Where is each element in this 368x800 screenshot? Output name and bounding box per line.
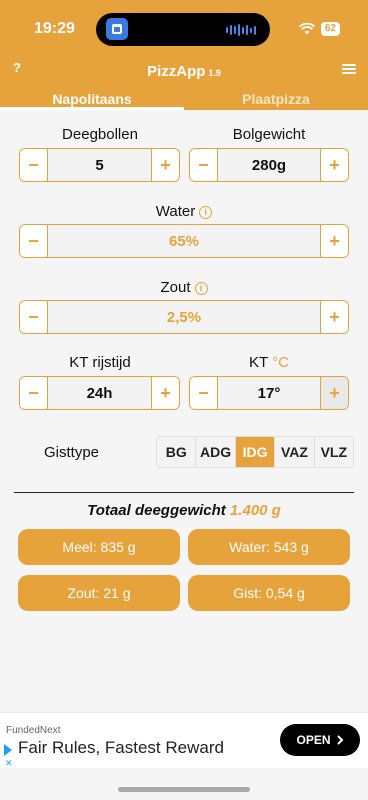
tab-bar: Napolitaans Plaatpizza	[0, 88, 368, 110]
room-temp-increment-button[interactable]: +	[320, 377, 348, 409]
island-app-icon	[106, 18, 128, 40]
temp-unit-toggle[interactable]: °C	[272, 354, 289, 371]
water-result-button[interactable]: Water: 543 g	[188, 529, 350, 565]
tab-plaatpizza[interactable]: Plaatpizza	[184, 88, 368, 110]
dough-balls-decrement-button[interactable]: −	[20, 149, 48, 181]
rise-time-increment-button[interactable]: +	[151, 377, 179, 409]
dynamic-island	[96, 13, 270, 46]
status-indicators: 62	[298, 22, 340, 36]
rise-time-label: KT rijstijd	[69, 354, 131, 371]
yeast-option-idg[interactable]: IDG	[235, 437, 276, 467]
total-value: 1.400 g	[229, 502, 281, 519]
ball-weight-decrement-button[interactable]: −	[190, 149, 218, 181]
salt-value[interactable]: 2,5%	[48, 301, 320, 333]
status-time: 19:29	[34, 20, 75, 37]
yeast-option-bg[interactable]: BG	[157, 437, 197, 467]
battery-icon: 62	[320, 22, 340, 36]
ad-title: Fair Rules, Fastest Reward	[18, 738, 224, 757]
ball-weight-value[interactable]: 280g	[218, 149, 320, 181]
dough-balls-label: Deegbollen	[62, 126, 138, 143]
water-value[interactable]: 65%	[48, 225, 320, 257]
salt-label: Zout	[160, 279, 191, 296]
flour-result-button[interactable]: Meel: 835 g	[18, 529, 180, 565]
yeast-option-vaz[interactable]: VAZ	[275, 437, 315, 467]
water-decrement-button[interactable]: −	[20, 225, 48, 257]
ball-weight-stepper: − 280g +	[189, 148, 349, 182]
salt-increment-button[interactable]: +	[320, 301, 348, 333]
ad-banner[interactable]: FundedNext Fair Rules, Fastest Reward ✕ …	[0, 712, 368, 768]
ball-weight-label: Bolgewicht	[232, 126, 306, 143]
audio-wave-icon	[226, 24, 256, 36]
total-dough-weight: Totaal deeggewicht 1.400 g	[0, 502, 368, 519]
water-info-icon[interactable]: i	[199, 206, 213, 219]
rise-time-value[interactable]: 24h	[48, 377, 151, 409]
ad-close-icon[interactable]: ✕	[5, 758, 13, 769]
room-temp-label: KT	[249, 354, 268, 371]
salt-stepper: − 2,5% +	[19, 300, 349, 334]
room-temp-label-row: KT °C	[190, 354, 348, 371]
home-indicator[interactable]	[118, 787, 250, 792]
chevron-right-icon	[336, 735, 343, 745]
water-increment-button[interactable]: +	[320, 225, 348, 257]
app-title-text: PizzApp	[147, 63, 206, 80]
app-version: 1.9	[208, 68, 221, 78]
rise-time-decrement-button[interactable]: −	[20, 377, 48, 409]
total-label: Totaal deeggewicht	[87, 502, 226, 519]
room-temp-value[interactable]: 17°	[218, 377, 320, 409]
yeast-option-vlz[interactable]: VLZ	[315, 437, 353, 467]
yeast-type-selector: BG ADG IDG VAZ VLZ	[156, 436, 354, 468]
room-temp-stepper: − 17° +	[189, 376, 349, 410]
hamburger-menu-icon[interactable]	[342, 64, 356, 76]
dough-balls-increment-button[interactable]: +	[151, 149, 179, 181]
yeast-option-adg[interactable]: ADG	[196, 437, 236, 467]
salt-result-button[interactable]: Zout: 21 g	[18, 575, 180, 611]
ad-open-label: OPEN	[296, 733, 331, 747]
wifi-icon	[298, 23, 315, 35]
ball-weight-increment-button[interactable]: +	[320, 149, 348, 181]
status-bar: 19:29 62	[0, 0, 368, 58]
divider	[14, 492, 354, 493]
room-temp-decrement-button[interactable]: −	[190, 377, 218, 409]
app-header: ? PizzApp 1.9 Napolitaans Plaatpizza	[0, 58, 368, 110]
dough-balls-value[interactable]: 5	[48, 149, 151, 181]
ad-open-button[interactable]: OPEN	[280, 724, 360, 756]
dough-balls-stepper: − 5 +	[19, 148, 180, 182]
salt-decrement-button[interactable]: −	[20, 301, 48, 333]
yeast-type-label: Gisttype	[44, 444, 100, 461]
salt-label-row: Zout i	[0, 279, 368, 296]
salt-info-icon[interactable]: i	[194, 282, 208, 295]
water-label-row: Water i	[0, 203, 368, 220]
app-title: PizzApp 1.9	[0, 63, 368, 80]
tab-napolitaans[interactable]: Napolitaans	[0, 88, 184, 110]
rise-time-stepper: − 24h +	[19, 376, 180, 410]
water-label: Water	[155, 203, 196, 220]
water-stepper: − 65% +	[19, 224, 349, 258]
yeast-result-button[interactable]: Gist: 0,54 g	[188, 575, 350, 611]
ad-brand: FundedNext	[6, 725, 61, 736]
adchoices-icon[interactable]	[4, 744, 12, 756]
